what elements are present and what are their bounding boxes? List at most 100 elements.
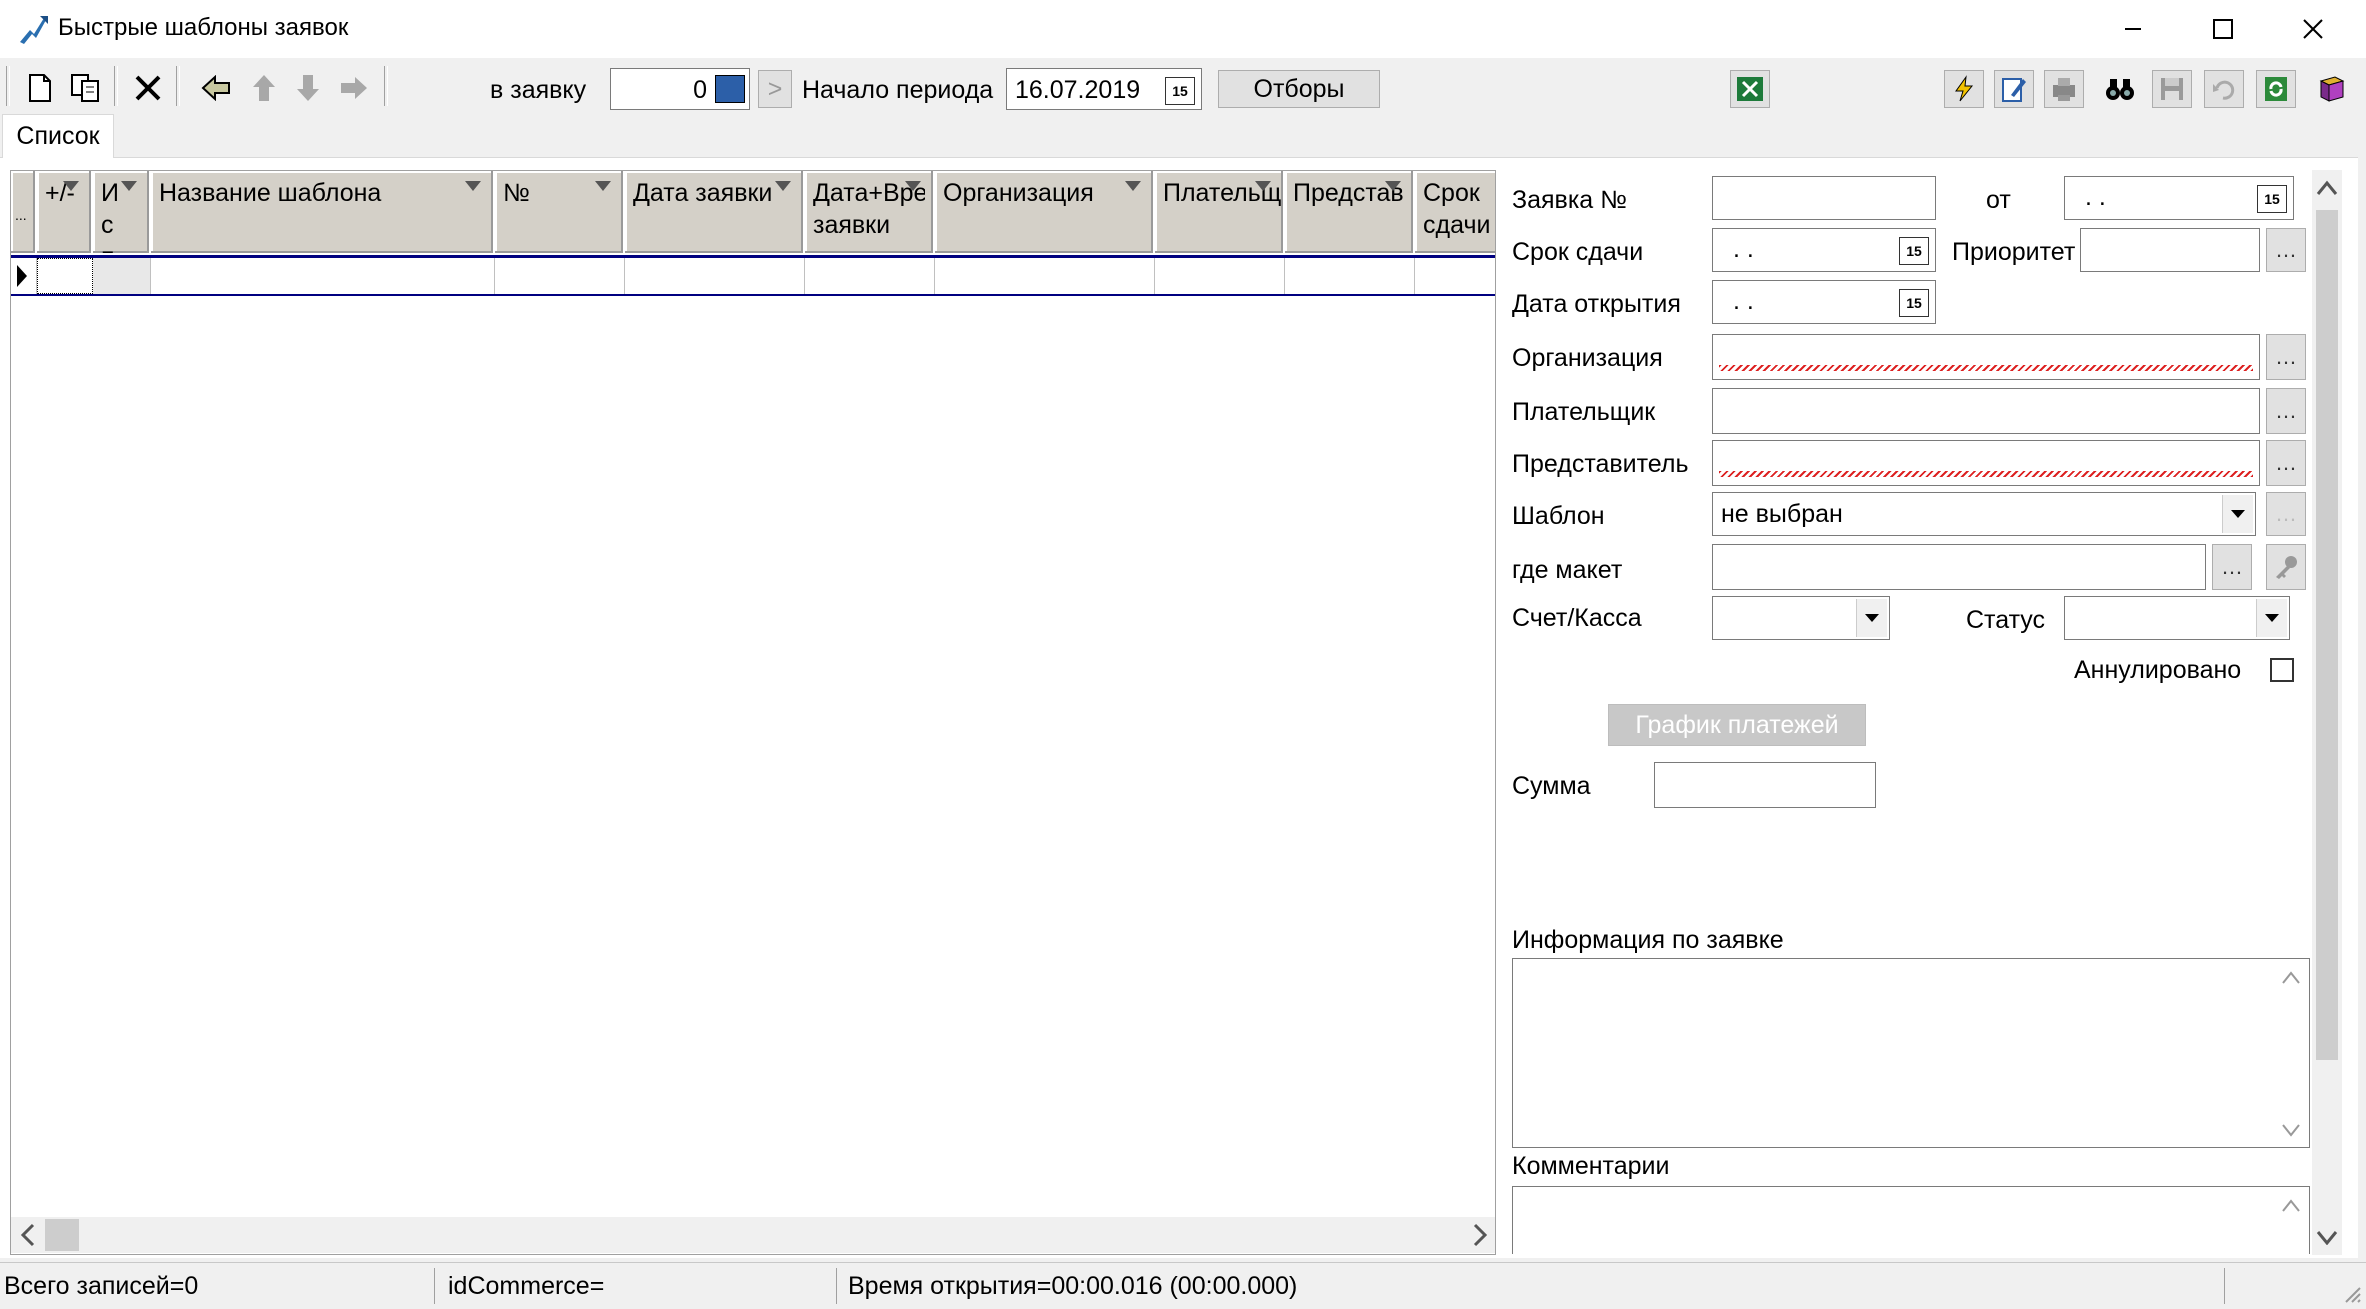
scroll-up-icon[interactable] <box>2316 180 2338 196</box>
refresh-button[interactable] <box>2256 70 2296 108</box>
scrollbar-thumb[interactable] <box>45 1219 79 1251</box>
delete-button[interactable] <box>130 70 166 106</box>
table-cell[interactable] <box>495 258 625 294</box>
from-date-field[interactable]: . . 15 <box>2064 176 2294 220</box>
search-button[interactable] <box>2100 70 2140 108</box>
template-dropdown[interactable]: не выбран <box>1712 492 2256 536</box>
table-cell[interactable] <box>625 258 805 294</box>
grid-column-header[interactable]: ... <box>11 171 37 253</box>
representative-field[interactable] <box>1712 440 2260 486</box>
payer-field[interactable] <box>1712 388 2260 434</box>
execute-button[interactable] <box>1944 70 1984 108</box>
priority-select-button[interactable]: … <box>2266 228 2306 272</box>
grid-column-header[interactable]: Название шаблона <box>151 171 495 253</box>
data-grid[interactable]: ... +/- Исп в Название шаблона № Дата за… <box>10 170 1496 1255</box>
scrollbar-thumb[interactable] <box>2316 210 2338 1060</box>
table-cell[interactable] <box>1285 258 1415 294</box>
edit-button[interactable] <box>1994 70 2034 108</box>
grid-column-header[interactable]: Плательщ <box>1155 171 1285 253</box>
sort-arrow-icon[interactable] <box>905 181 921 191</box>
back-button[interactable] <box>198 70 234 106</box>
layout-field[interactable] <box>1712 544 2206 590</box>
due-date-field[interactable]: . . 15 <box>1712 228 1936 272</box>
sum-field[interactable] <box>1654 762 1876 808</box>
calendar-icon[interactable]: 15 <box>1165 77 1195 105</box>
template-select-button[interactable]: … <box>2266 492 2306 536</box>
grid-column-header[interactable]: № <box>495 171 625 253</box>
excel-export-button[interactable] <box>1730 70 1770 108</box>
sort-arrow-icon[interactable] <box>1125 181 1141 191</box>
priority-field[interactable] <box>2080 228 2260 272</box>
sort-arrow-icon[interactable] <box>1255 181 1271 191</box>
payment-schedule-button[interactable]: График платежей <box>1608 704 1866 746</box>
sort-arrow-icon[interactable] <box>775 181 791 191</box>
scroll-down-icon[interactable] <box>2281 1123 2301 1137</box>
form-vertical-scrollbar[interactable] <box>2312 170 2342 1255</box>
cancelled-checkbox[interactable] <box>2270 658 2294 682</box>
grid-column-header[interactable]: Организация <box>935 171 1155 253</box>
calendar-icon[interactable]: 15 <box>2257 185 2287 213</box>
period-start-field[interactable]: 16.07.2019 15 <box>1006 68 1202 110</box>
table-cell[interactable] <box>805 258 935 294</box>
dropdown-button[interactable] <box>2256 599 2287 637</box>
next-button[interactable]: > <box>758 70 792 108</box>
scroll-left-icon[interactable] <box>19 1223 39 1247</box>
resize-grip-icon[interactable] <box>2342 1284 2362 1304</box>
sort-arrow-icon[interactable] <box>465 181 481 191</box>
scroll-up-icon[interactable] <box>2281 971 2301 985</box>
status-dropdown[interactable] <box>2064 596 2290 640</box>
undo-button[interactable] <box>2204 70 2244 108</box>
grid-column-header[interactable]: +/- <box>37 171 93 253</box>
table-cell[interactable] <box>37 258 93 294</box>
scroll-right-icon[interactable] <box>1469 1223 1489 1247</box>
minimize-button[interactable] <box>2088 0 2178 58</box>
forward-button[interactable] <box>336 70 372 106</box>
horizontal-scrollbar[interactable] <box>11 1217 1495 1253</box>
layout-open-button[interactable] <box>2266 544 2306 590</box>
calculator-icon[interactable] <box>715 75 745 103</box>
sort-arrow-icon[interactable] <box>1385 181 1401 191</box>
grid-column-header[interactable]: Дата заявки <box>625 171 805 253</box>
organization-field[interactable] <box>1712 334 2260 380</box>
table-cell[interactable] <box>151 258 495 294</box>
organization-select-button[interactable]: … <box>2266 334 2306 380</box>
grid-column-header[interactable]: Исп в <box>93 171 151 253</box>
grid-column-header[interactable]: Срок сдачи <box>1415 171 1495 253</box>
scroll-up-icon[interactable] <box>2281 1199 2301 1213</box>
copy-button[interactable] <box>68 70 104 106</box>
table-cell[interactable] <box>1415 258 1495 294</box>
comments-textarea[interactable] <box>1512 1186 2310 1254</box>
print-button[interactable] <box>2044 70 2084 108</box>
move-down-button[interactable] <box>290 70 326 106</box>
maximize-button[interactable] <box>2178 0 2268 58</box>
representative-select-button[interactable]: … <box>2266 440 2306 486</box>
dropdown-button[interactable] <box>1856 599 1887 637</box>
new-button[interactable] <box>22 70 58 106</box>
save-button[interactable] <box>2152 70 2192 108</box>
table-cell[interactable] <box>93 258 151 294</box>
request-no-field[interactable] <box>1712 176 1936 220</box>
open-date-field[interactable]: . . 15 <box>1712 280 1936 324</box>
calendar-icon[interactable]: 15 <box>1899 289 1929 317</box>
table-cell[interactable] <box>935 258 1155 294</box>
tab-list[interactable]: Список <box>2 114 114 158</box>
scroll-down-icon[interactable] <box>2316 1229 2338 1245</box>
filters-button[interactable]: Отборы <box>1218 70 1380 108</box>
sort-arrow-icon[interactable] <box>63 181 79 191</box>
close-button[interactable] <box>2268 0 2358 58</box>
table-cell[interactable] <box>1155 258 1285 294</box>
table-row[interactable] <box>11 258 1495 294</box>
calendar-icon[interactable]: 15 <box>1899 237 1929 265</box>
grid-column-header[interactable]: Дата+Время заявки <box>805 171 935 253</box>
move-up-button[interactable] <box>246 70 282 106</box>
info-textarea[interactable] <box>1512 958 2310 1148</box>
layout-select-button[interactable]: … <box>2212 544 2252 590</box>
grid-column-header[interactable]: Представ <box>1285 171 1415 253</box>
to-request-field[interactable]: 0 <box>610 68 750 110</box>
sort-arrow-icon[interactable] <box>595 181 611 191</box>
payer-select-button[interactable]: … <box>2266 388 2306 434</box>
account-dropdown[interactable] <box>1712 596 1890 640</box>
dropdown-button[interactable] <box>2222 495 2253 533</box>
help-button[interactable] <box>2312 70 2352 108</box>
sort-arrow-icon[interactable] <box>121 181 137 191</box>
